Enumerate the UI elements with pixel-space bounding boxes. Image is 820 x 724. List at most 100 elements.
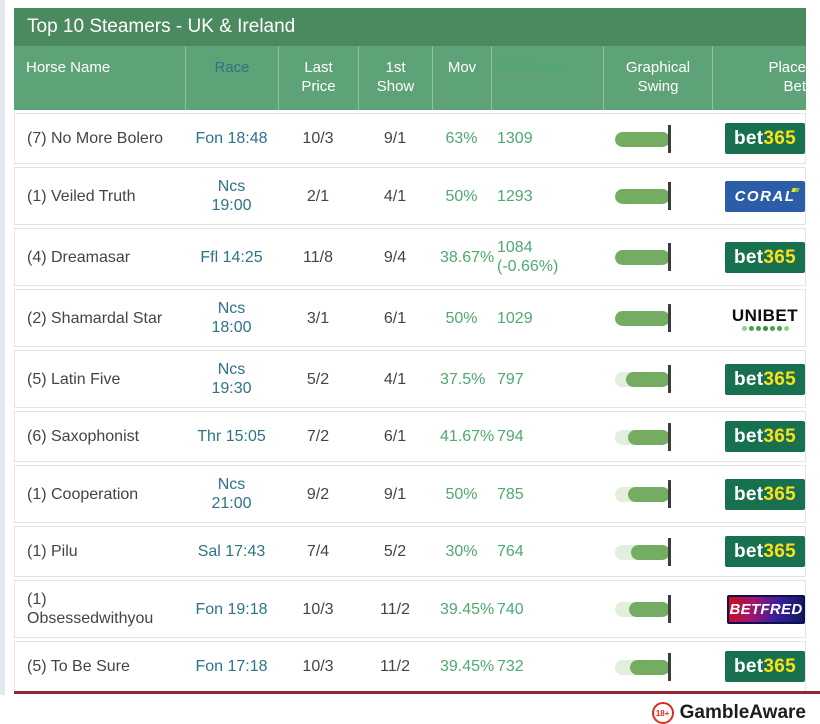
last-price-value: 10/3 [278, 580, 358, 638]
bet365-logo-text: bet [733, 656, 764, 677]
swing-end-tick [668, 480, 671, 508]
atr-index-value: 740 [491, 580, 603, 638]
header-last-price: Last Price [278, 46, 358, 110]
place-bet-cell: bet365 CORAL UNIBET BETFRED [712, 228, 806, 286]
swing-bar [615, 422, 673, 451]
swing-bar-track [615, 487, 670, 502]
swing-cell [603, 465, 712, 523]
table-row: (1) Pilu Sal 17:43 7/4 5/2 30% 764 bet 36… [14, 526, 806, 577]
betfred-logo[interactable]: BETFRED [727, 594, 805, 624]
mov-value: 38.67% [432, 228, 494, 286]
swing-end-tick [668, 595, 671, 623]
swing-bar-fill [615, 311, 670, 326]
swing-bar-fill [615, 250, 670, 265]
bet365-logo[interactable]: bet 365 [725, 536, 805, 567]
mov-value: 39.45% [432, 580, 494, 638]
last-price-value: 2/1 [278, 167, 358, 225]
race-link[interactable]: Fon 18:48 [185, 113, 278, 164]
swing-bar-track [615, 372, 670, 387]
mov-value: 63% [432, 113, 491, 164]
place-bet-cell: bet365 CORAL UNIBET BETFRED [712, 526, 806, 577]
swing-end-tick [668, 365, 671, 393]
race-link[interactable]: Ncs 18:00 [185, 289, 278, 347]
horse-name: (1) Veiled Truth [14, 167, 185, 225]
bottom-divider [14, 691, 820, 694]
place-bet-cell: bet365 CORAL UNIBET BETFRED [712, 411, 806, 462]
swing-bar [615, 537, 673, 566]
swing-bar [615, 182, 673, 210]
swing-cell [603, 167, 712, 225]
bet365-logo[interactable]: bet 365 [725, 123, 805, 154]
swing-end-tick [668, 124, 671, 153]
bet365-logo[interactable]: bet 365 [725, 651, 805, 682]
panel-title: Top 10 Steamers - UK & Ireland [14, 8, 806, 46]
swing-bar-fill [615, 131, 670, 147]
swing-bar-track [615, 429, 670, 445]
swing-bar [615, 243, 673, 271]
first-show-value: 4/1 [358, 167, 432, 225]
bet365-logo[interactable]: bet 365 [725, 421, 805, 452]
swing-bar [615, 124, 673, 153]
bet365-logo[interactable]: bet 365 [725, 363, 805, 395]
swing-bar [615, 365, 673, 393]
mov-value: 37.5% [432, 350, 491, 408]
swing-bar-fill [630, 544, 670, 560]
race-link[interactable]: Ffl 14:25 [185, 228, 278, 286]
mov-value: 50% [432, 289, 491, 347]
race-link[interactable]: Fon 19:18 [185, 580, 278, 638]
race-link[interactable]: Sal 17:43 [185, 526, 278, 577]
bet365-logo[interactable]: bet 365 [725, 478, 805, 510]
coral-logo[interactable]: CORAL [725, 180, 805, 212]
last-price-value: 5/2 [278, 350, 358, 408]
atr-index-value: 764 [491, 526, 603, 577]
first-show-value: 11/2 [358, 580, 432, 638]
swing-bar-track [615, 250, 670, 265]
bet365-logo-number: 365 [763, 483, 796, 505]
gambleaware-footer[interactable]: 18+ GambleAware [14, 702, 806, 724]
last-price-value: 11/8 [278, 228, 358, 286]
horse-name: (2) Shamardal Star [14, 289, 185, 347]
place-bet-cell: bet365 CORAL UNIBET BETFRED [712, 641, 806, 692]
coral-flag-icon [791, 187, 800, 192]
swing-bar-track [615, 189, 670, 204]
table-row: (7) No More Bolero Fon 18:48 10/3 9/1 63… [14, 113, 806, 164]
swing-bar-track [615, 659, 670, 675]
first-show-value: 11/2 [358, 641, 432, 692]
race-link[interactable]: Ncs 21:00 [185, 465, 278, 523]
header-horse-name: Horse Name [14, 46, 185, 110]
swing-cell [603, 411, 712, 462]
atr-index-value: 794 [491, 411, 603, 462]
swing-bar-fill [615, 189, 670, 204]
atr-index-value: 1309 [491, 113, 603, 164]
race-link[interactable]: Thr 15:05 [185, 411, 278, 462]
swing-bar-track [615, 311, 670, 326]
horse-name: (5) Latin Five [14, 350, 185, 408]
bet365-logo[interactable]: bet 365 [725, 241, 805, 273]
mov-value: 50% [432, 167, 491, 225]
race-link[interactable]: Ncs 19:30 [185, 350, 278, 408]
horse-name: (4) Dreamasar [14, 228, 185, 286]
swing-bar-fill [628, 487, 670, 502]
table-row: (5) To Be Sure Fon 17:18 10/3 11/2 39.45… [14, 641, 806, 692]
age-18-plus-icon: 18+ [651, 702, 674, 724]
bet365-logo-number: 365 [763, 246, 796, 268]
swing-cell [603, 580, 712, 638]
table-row: (1) Veiled Truth Ncs 19:00 2/1 4/1 50% 1… [14, 167, 806, 225]
atr-index-value: 785 [491, 465, 603, 523]
swing-cell [603, 113, 712, 164]
swing-bar [615, 304, 673, 332]
race-link[interactable]: Ncs 19:00 [185, 167, 278, 225]
bet365-logo-text: bet [733, 483, 764, 505]
horse-name: (1) Obsessedwithyou [14, 580, 185, 638]
header-atr-index: ATR Index [491, 46, 603, 110]
bet365-logo-text: bet [733, 541, 764, 562]
table-body: (7) No More Bolero Fon 18:48 10/3 9/1 63… [14, 113, 806, 692]
unibet-logo[interactable]: UNIBET [725, 301, 805, 335]
swing-cell [603, 526, 712, 577]
swing-cell [603, 641, 712, 692]
swing-end-tick [668, 652, 671, 681]
last-price-value: 7/4 [278, 526, 358, 577]
race-link[interactable]: Fon 17:18 [185, 641, 278, 692]
horse-name: (6) Saxophonist [14, 411, 185, 462]
page-left-gutter [0, 0, 5, 695]
